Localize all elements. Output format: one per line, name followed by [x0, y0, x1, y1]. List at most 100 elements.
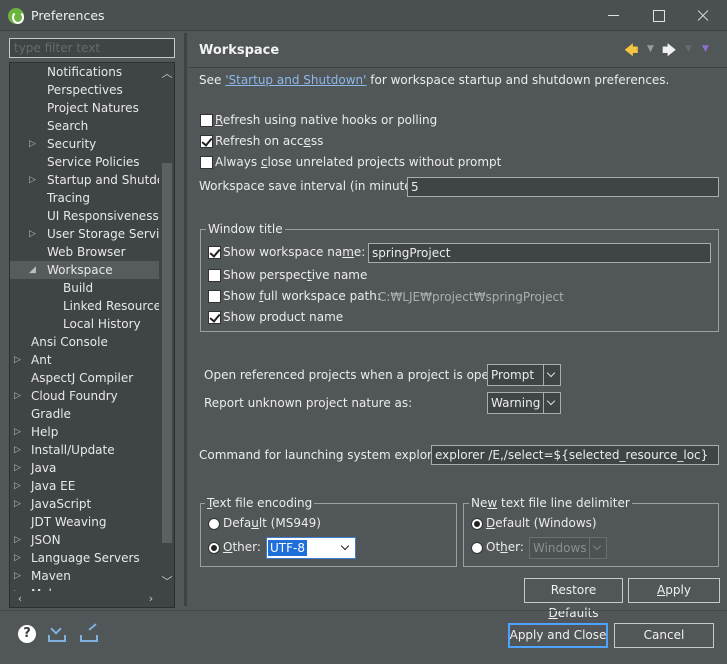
cancel-button[interactable]: Cancel [614, 623, 714, 648]
tree-item[interactable]: AspectJ Compiler [10, 369, 159, 387]
forward-dropdown-icon[interactable]: ▼ [685, 44, 692, 62]
encoding-other-radio[interactable] [208, 542, 220, 554]
tree-item[interactable]: Linked Resources [10, 297, 159, 315]
tree-item[interactable]: Tracing [10, 189, 159, 207]
refresh-access-label[interactable]: Refresh on access [215, 134, 323, 148]
report-nature-select[interactable]: Warning [487, 392, 561, 414]
tree-item[interactable]: JDT Weaving [10, 513, 159, 531]
tree-item[interactable]: ▷ Java [10, 459, 159, 477]
tree-item[interactable]: ◢ Workspace [10, 261, 159, 279]
tree-item[interactable]: ▷ Ant [10, 351, 159, 369]
show-workspace-name-checkbox[interactable] [208, 246, 221, 259]
expand-icon[interactable]: ▷ [29, 135, 39, 153]
tree-item[interactable]: Notifications [10, 63, 159, 81]
scroll-left-icon[interactable]: ‹ [12, 592, 28, 605]
chevron-down-icon[interactable] [338, 538, 355, 558]
tree-item[interactable]: Service Policies [10, 153, 159, 171]
tree-item[interactable]: ▷ User Storage Service [10, 225, 159, 243]
tree-scroll-thumb[interactable] [162, 163, 172, 543]
expand-icon[interactable]: ▷ [14, 567, 24, 585]
show-workspace-name-label[interactable]: Show workspace name: [223, 245, 365, 259]
show-product-label[interactable]: Show product name [223, 310, 343, 324]
expand-icon[interactable]: ▷ [14, 351, 24, 369]
tree-item-label: JDT Weaving [31, 515, 107, 529]
tree-item[interactable]: Build [10, 279, 159, 297]
tree-item[interactable]: ▷ Help [10, 423, 159, 441]
filter-input[interactable] [10, 39, 174, 57]
tree-item[interactable]: Local History [10, 315, 159, 333]
tree-item[interactable]: ▷ Cloud Foundry [10, 387, 159, 405]
close-unrelated-checkbox[interactable] [200, 156, 213, 169]
tree-item[interactable]: ▷ Language Servers [10, 549, 159, 567]
tree-item[interactable]: ▷ Security [10, 135, 159, 153]
expand-icon[interactable]: ▷ [29, 225, 39, 243]
encoding-other-select[interactable]: UTF-8 [266, 537, 356, 559]
show-product-checkbox[interactable] [208, 311, 221, 324]
expand-icon[interactable]: ▷ [14, 495, 24, 513]
tree-item[interactable]: Perspectives [10, 81, 159, 99]
scroll-down-icon[interactable]: ﹀ [159, 573, 174, 589]
tree-item[interactable]: Gradle [10, 405, 159, 423]
forward-arrow-icon[interactable]: 🡆 [662, 40, 676, 59]
tree-item[interactable]: ▷ JSON [10, 531, 159, 549]
help-icon[interactable]: ? [18, 625, 36, 643]
restore-defaults-button[interactable]: Restore Defaults [524, 578, 623, 620]
save-interval-input[interactable]: 5 [407, 177, 719, 197]
tree-item[interactable]: ▷ JavaScript [10, 495, 159, 513]
command-input[interactable]: explorer /E,/select=${selected_resource_… [431, 445, 719, 465]
chevron-down-icon[interactable] [543, 365, 560, 385]
export-icon[interactable] [79, 623, 101, 643]
delimiter-other-label[interactable]: Other: [486, 540, 524, 554]
chevron-down-icon[interactable] [543, 393, 560, 413]
tree-item[interactable]: ▷ Maven [10, 567, 159, 585]
expand-icon[interactable]: ▷ [29, 171, 39, 189]
startup-shutdown-link[interactable]: 'Startup and Shutdown' [225, 73, 366, 87]
tree-item[interactable]: Project Natures [10, 99, 159, 117]
encoding-default-label[interactable]: Default (MS949) [223, 516, 321, 530]
minimize-button[interactable] [590, 0, 636, 31]
tree-item[interactable]: Ansi Console [10, 333, 159, 351]
refresh-native-label[interactable]: Refresh using native hooks or polling [215, 113, 437, 127]
close-unrelated-label[interactable]: Always close unrelated projects without … [215, 155, 501, 169]
maximize-button[interactable] [636, 0, 682, 31]
expand-icon[interactable]: ▷ [14, 387, 24, 405]
tree-item[interactable]: ▷ Startup and Shutdown [10, 171, 159, 189]
workspace-name-input[interactable]: springProject [368, 243, 711, 263]
apply-button[interactable]: Apply [628, 578, 720, 603]
delimiter-other-radio[interactable] [471, 542, 483, 554]
show-perspective-checkbox[interactable] [208, 269, 221, 282]
tree-item[interactable]: ▷ Java EE [10, 477, 159, 495]
encoding-default-radio[interactable] [208, 518, 220, 530]
expand-icon[interactable]: ▷ [14, 477, 24, 495]
expand-icon[interactable]: ▷ [14, 441, 24, 459]
tree-item[interactable]: Web Browser [10, 243, 159, 261]
view-menu-icon[interactable]: ▼ [702, 44, 709, 62]
encoding-other-label[interactable]: Other: [223, 540, 261, 554]
tree-item[interactable]: UI Responsiveness Monitoring [10, 207, 159, 225]
tree-horizontal-scrollbar[interactable]: ‹ › [10, 591, 159, 607]
show-full-path-label[interactable]: Show full workspace path: [223, 289, 381, 303]
scroll-up-icon[interactable]: ︿ [159, 65, 174, 81]
import-icon[interactable] [47, 623, 69, 643]
pane-divider[interactable] [184, 33, 187, 606]
apply-and-close-button[interactable]: Apply and Close [508, 623, 608, 648]
line-delimiter-group-label: New text file line delimiter [469, 496, 632, 510]
back-dropdown-icon[interactable]: ▼ [647, 44, 654, 62]
close-button[interactable] [681, 0, 727, 31]
refresh-native-checkbox[interactable] [200, 114, 213, 127]
open-referenced-select[interactable]: Prompt [487, 364, 561, 386]
expand-icon[interactable]: ▷ [14, 531, 24, 549]
expand-icon[interactable]: ▷ [14, 423, 24, 441]
scroll-right-icon[interactable]: › [143, 592, 159, 605]
refresh-access-checkbox[interactable] [200, 135, 213, 148]
collapse-icon[interactable]: ◢ [29, 261, 39, 279]
expand-icon[interactable]: ▷ [14, 459, 24, 477]
tree-item[interactable]: ▷ Install/Update [10, 441, 159, 459]
tree-item[interactable]: Search [10, 117, 159, 135]
show-perspective-label[interactable]: Show perspective name [223, 268, 367, 282]
expand-icon[interactable]: ▷ [14, 549, 24, 567]
delimiter-default-label[interactable]: Default (Windows) [486, 516, 597, 530]
back-arrow-icon[interactable]: 🡄 [624, 40, 638, 59]
show-full-path-checkbox[interactable] [208, 290, 221, 303]
delimiter-default-radio[interactable] [471, 518, 483, 530]
